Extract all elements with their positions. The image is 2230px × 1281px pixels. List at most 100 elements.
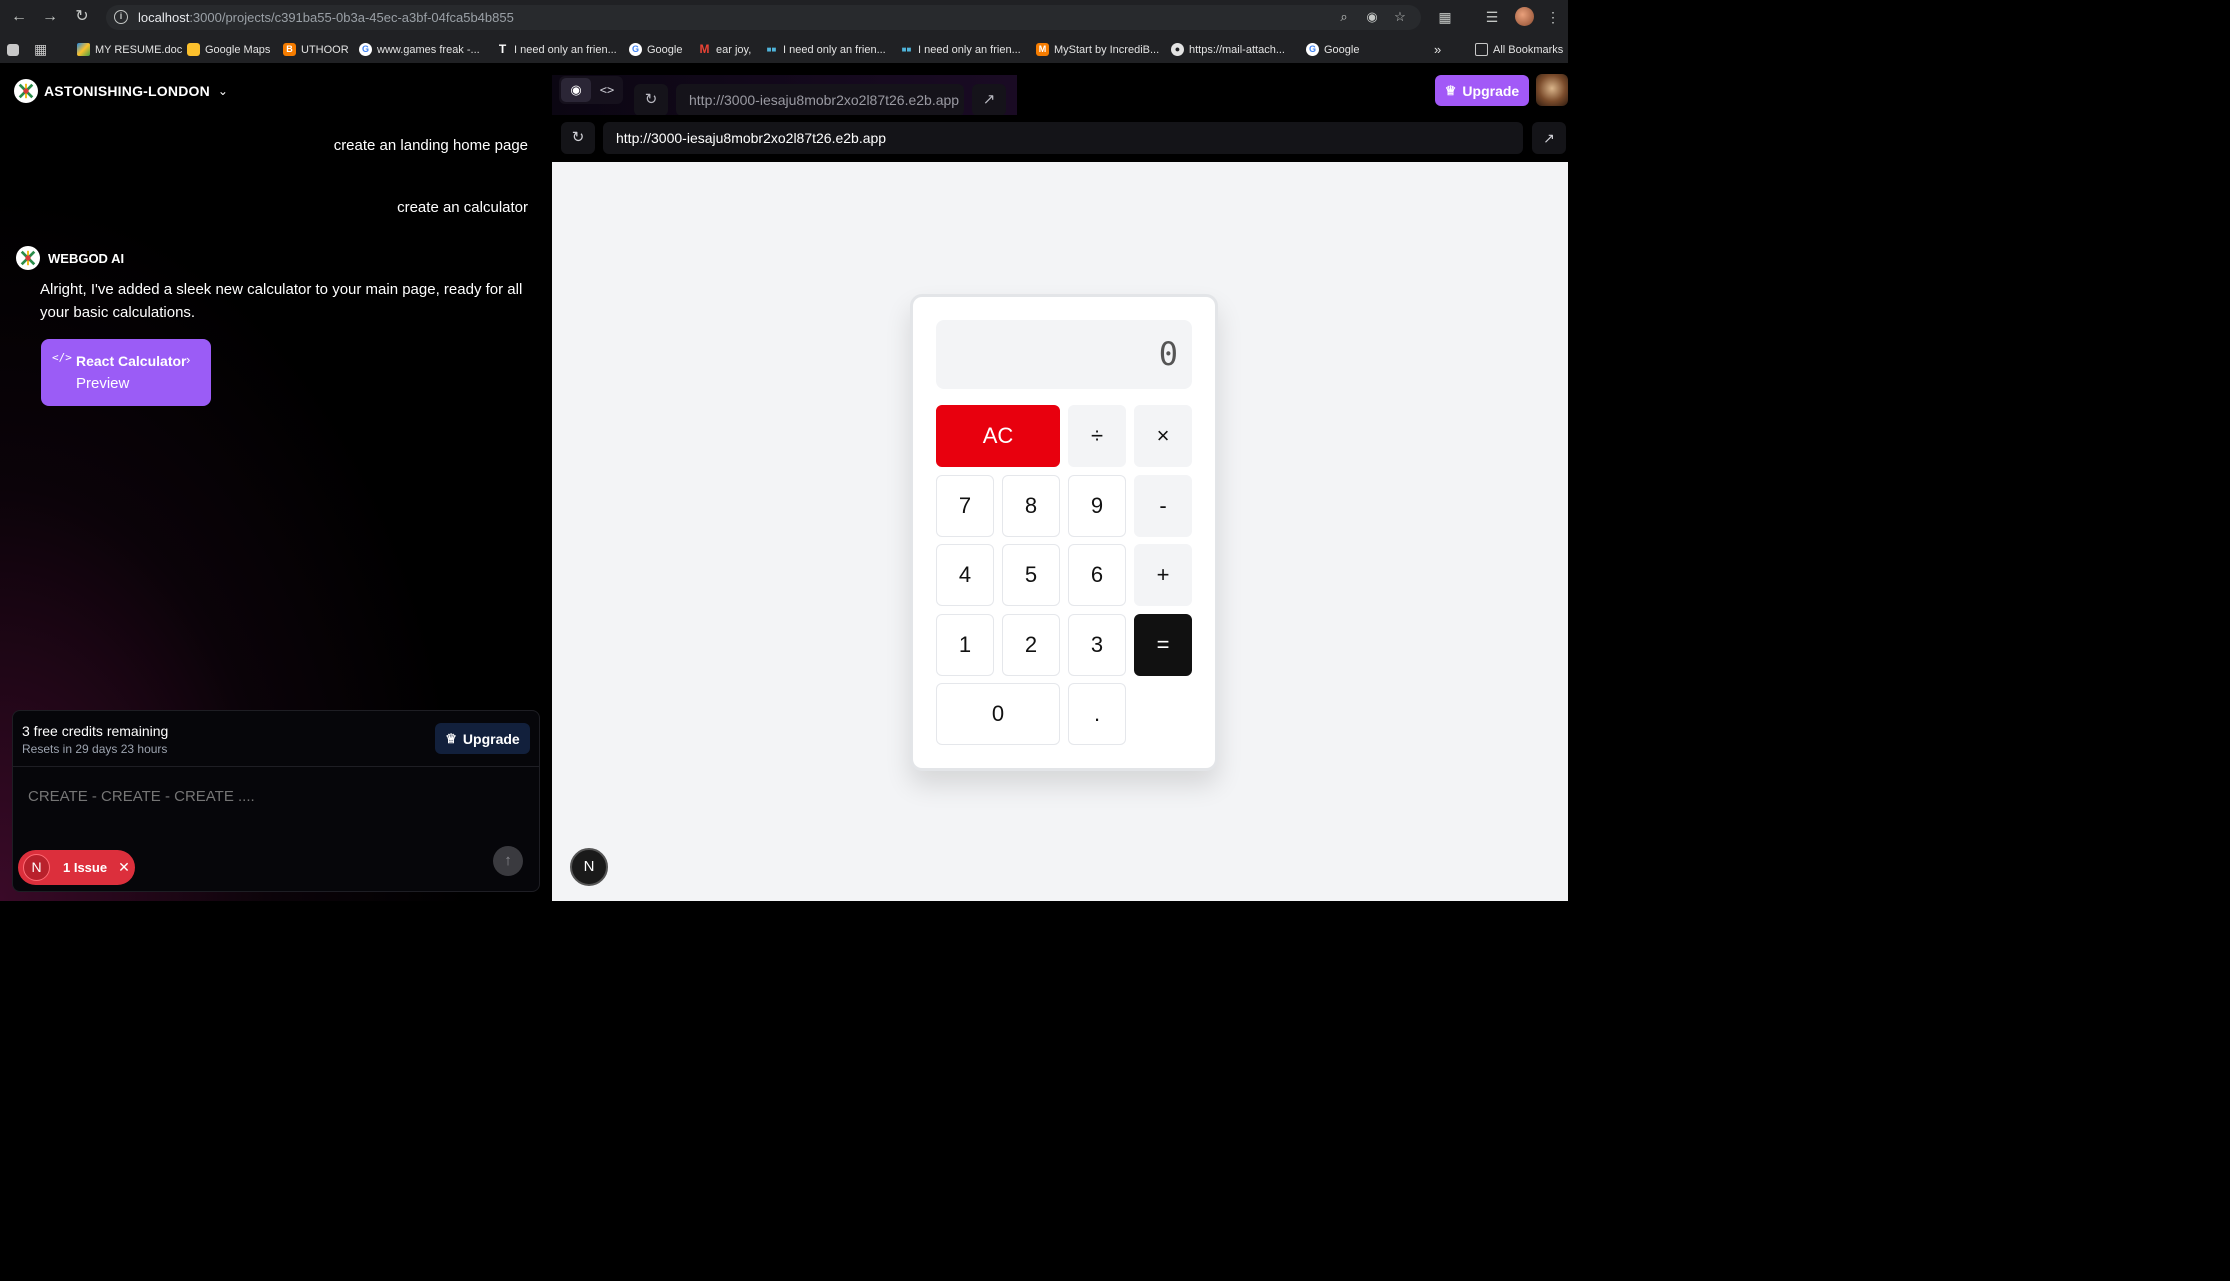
clear-button[interactable]: AC [936, 405, 1060, 467]
crown-icon: ♕ [445, 730, 457, 746]
sandbox-url[interactable]: http://3000-iesaju8mobr2xo2l87t26.e2b.ap… [676, 84, 964, 116]
url-path: :3000/projects/c391ba55-0b3a-45ec-a3bf-0… [189, 10, 514, 25]
media-controls-icon[interactable]: ☰ [1483, 8, 1501, 26]
user-message: create an calculator [397, 199, 528, 216]
site-info-icon[interactable]: i [114, 10, 128, 24]
upgrade-button[interactable]: ♕ Upgrade [1435, 75, 1529, 106]
url-host: localhost [138, 10, 190, 25]
code-icon: </> [52, 351, 72, 364]
folder-icon [1475, 43, 1488, 56]
plus-button[interactable]: + [1134, 544, 1192, 606]
digit-9-button[interactable]: 9 [1068, 475, 1126, 537]
apps-grid-icon[interactable]: ▦ [34, 41, 47, 58]
multiply-button[interactable]: × [1134, 405, 1192, 467]
bookmark-google-2[interactable]: G Google [1306, 41, 1359, 58]
credits-reset-time: Resets in 29 days 23 hours [22, 742, 168, 756]
ai-author-row: WEBGOD AI [16, 246, 124, 270]
digit-8-button[interactable]: 8 [1002, 475, 1060, 537]
digit-3-button[interactable]: 3 [1068, 614, 1126, 676]
refresh-icon[interactable]: ↻ [561, 122, 595, 154]
bookmark-label: ear joy, [716, 43, 752, 56]
issues-badge[interactable]: N 1 Issue ✕ [18, 850, 135, 885]
preview-header: ◉ <> ↻ http://3000-iesaju8mobr2xo2l87t26… [552, 65, 1568, 116]
bookmark-label: UTHOOR [301, 43, 349, 56]
globe-icon: ● [1171, 43, 1184, 56]
bookmark-label: I need only an frien... [918, 43, 1021, 56]
decimal-button[interactable]: . [1068, 683, 1126, 745]
digit-1-button[interactable]: 1 [936, 614, 994, 676]
bookmark-label: I need only an frien... [783, 43, 886, 56]
eye-icon[interactable]: ◉ [561, 78, 591, 102]
kebab-menu-icon[interactable]: ⋮ [1544, 8, 1562, 26]
bookmark-label: Google [1324, 43, 1360, 56]
avatar[interactable] [1536, 74, 1568, 106]
reload-icon[interactable]: ↻ [72, 7, 92, 27]
bookmark-games-freak[interactable]: Gwww.games freak -... [359, 41, 480, 58]
profile-avatar[interactable] [1515, 7, 1534, 26]
digit-2-button[interactable]: 2 [1002, 614, 1060, 676]
google-g-icon: G [359, 43, 372, 56]
ai-logo-icon [16, 246, 40, 270]
user-message: create an landing home page [333, 137, 528, 154]
extensions-icon[interactable]: ▦ [1436, 8, 1454, 26]
bookmark-label: MY RESUME.doc [95, 43, 183, 56]
square-app-icon[interactable] [7, 41, 24, 58]
code-view-icon[interactable]: <> [593, 78, 621, 102]
send-arrow-icon[interactable]: ↑ [493, 846, 523, 876]
ai-author-name: WEBGOD AI [48, 250, 125, 266]
google-g-icon: G [1306, 43, 1319, 56]
preview-url[interactable]: http://3000-iesaju8mobr2xo2l87t26.e2b.ap… [603, 122, 1523, 154]
upgrade-label: Upgrade [1462, 82, 1520, 99]
bookmark-google-maps[interactable]: Google Maps [187, 41, 270, 58]
equals-button[interactable]: = [1134, 614, 1192, 676]
card-subtitle: Preview [76, 375, 130, 392]
bookmark-label: www.games freak -... [377, 43, 480, 56]
external-link-icon[interactable]: ↗ [1532, 122, 1566, 154]
digit-0-button[interactable]: 0 [936, 683, 1060, 745]
nextjs-n-icon: N [23, 854, 50, 881]
digit-6-button[interactable]: 6 [1068, 544, 1126, 606]
more-bookmarks-button[interactable]: » [1434, 41, 1441, 58]
prompt-input[interactable] [28, 788, 468, 805]
bookmark-uthoor[interactable]: B UTHOOR [283, 41, 349, 58]
back-arrow-icon[interactable]: ← [9, 7, 29, 27]
close-icon[interactable]: ✕ [118, 859, 130, 876]
react-calculator-preview-card[interactable]: </> React Calculator › Preview [41, 339, 211, 406]
bookmark-resume[interactable]: MY RESUME.doc [77, 41, 182, 58]
nextjs-dev-indicator[interactable]: N [570, 848, 608, 886]
upgrade-button[interactable]: ♕ Upgrade [435, 723, 530, 754]
external-link-icon[interactable]: ↗ [972, 84, 1006, 116]
bookmark-mystart[interactable]: M MyStart by IncrediB... [1036, 41, 1159, 58]
bookmark-mail-attach[interactable]: ● https://mail-attach... [1171, 41, 1285, 58]
mystart-icon: M [1036, 43, 1049, 56]
divide-button[interactable]: ÷ [1068, 405, 1126, 467]
calculator: 0 AC ÷ × 7 8 9 - 4 5 6 + 1 2 3 = 0 . [910, 294, 1218, 771]
card-title: React Calculator [76, 353, 187, 369]
digit-7-button[interactable]: 7 [936, 475, 994, 537]
bookmark-label: https://mail-attach... [1189, 43, 1285, 56]
digit-4-button[interactable]: 4 [936, 544, 994, 606]
issue-count: 1 Issue [63, 860, 108, 875]
bookmark-ear-joy[interactable]: Mear joy, [698, 41, 752, 58]
forward-arrow-icon[interactable]: → [40, 7, 60, 27]
bookmarks-bar: ▦ MY RESUME.doc Google Maps B UTHOOR Gwww… [0, 34, 1568, 64]
bookmark-friend-3[interactable]: ■■ I need only an frien... [900, 41, 1021, 58]
address-bar[interactable]: i localhost:3000/projects/c391ba55-0b3a-… [106, 5, 1421, 30]
eye-slash-icon[interactable]: ◉ [1364, 9, 1380, 25]
all-bookmarks-button[interactable]: All Bookmarks [1475, 41, 1563, 58]
zoom-icon[interactable]: ⌕ [1336, 9, 1352, 25]
divider [13, 766, 539, 767]
refresh-icon[interactable]: ↻ [634, 84, 668, 116]
credits-remaining: 3 free credits remaining [22, 723, 169, 739]
bookmark-google[interactable]: G Google [629, 41, 682, 58]
preview-url-bar: ↻ http://3000-iesaju8mobr2xo2l87t26.e2b.… [552, 115, 1568, 162]
view-toggle: ◉ <> [559, 76, 623, 104]
project-switcher[interactable]: ASTONISHING-LONDON ⌄ [14, 79, 228, 103]
bookmark-friend-1[interactable]: T I need only an frien... [496, 41, 617, 58]
bookmark-friend-2[interactable]: ■■ I need only an frien... [765, 41, 886, 58]
digit-5-button[interactable]: 5 [1002, 544, 1060, 606]
gmail-icon: M [699, 42, 710, 56]
star-icon[interactable]: ☆ [1392, 9, 1408, 25]
minus-button[interactable]: - [1134, 475, 1192, 537]
chevron-down-icon: ⌄ [217, 84, 228, 98]
